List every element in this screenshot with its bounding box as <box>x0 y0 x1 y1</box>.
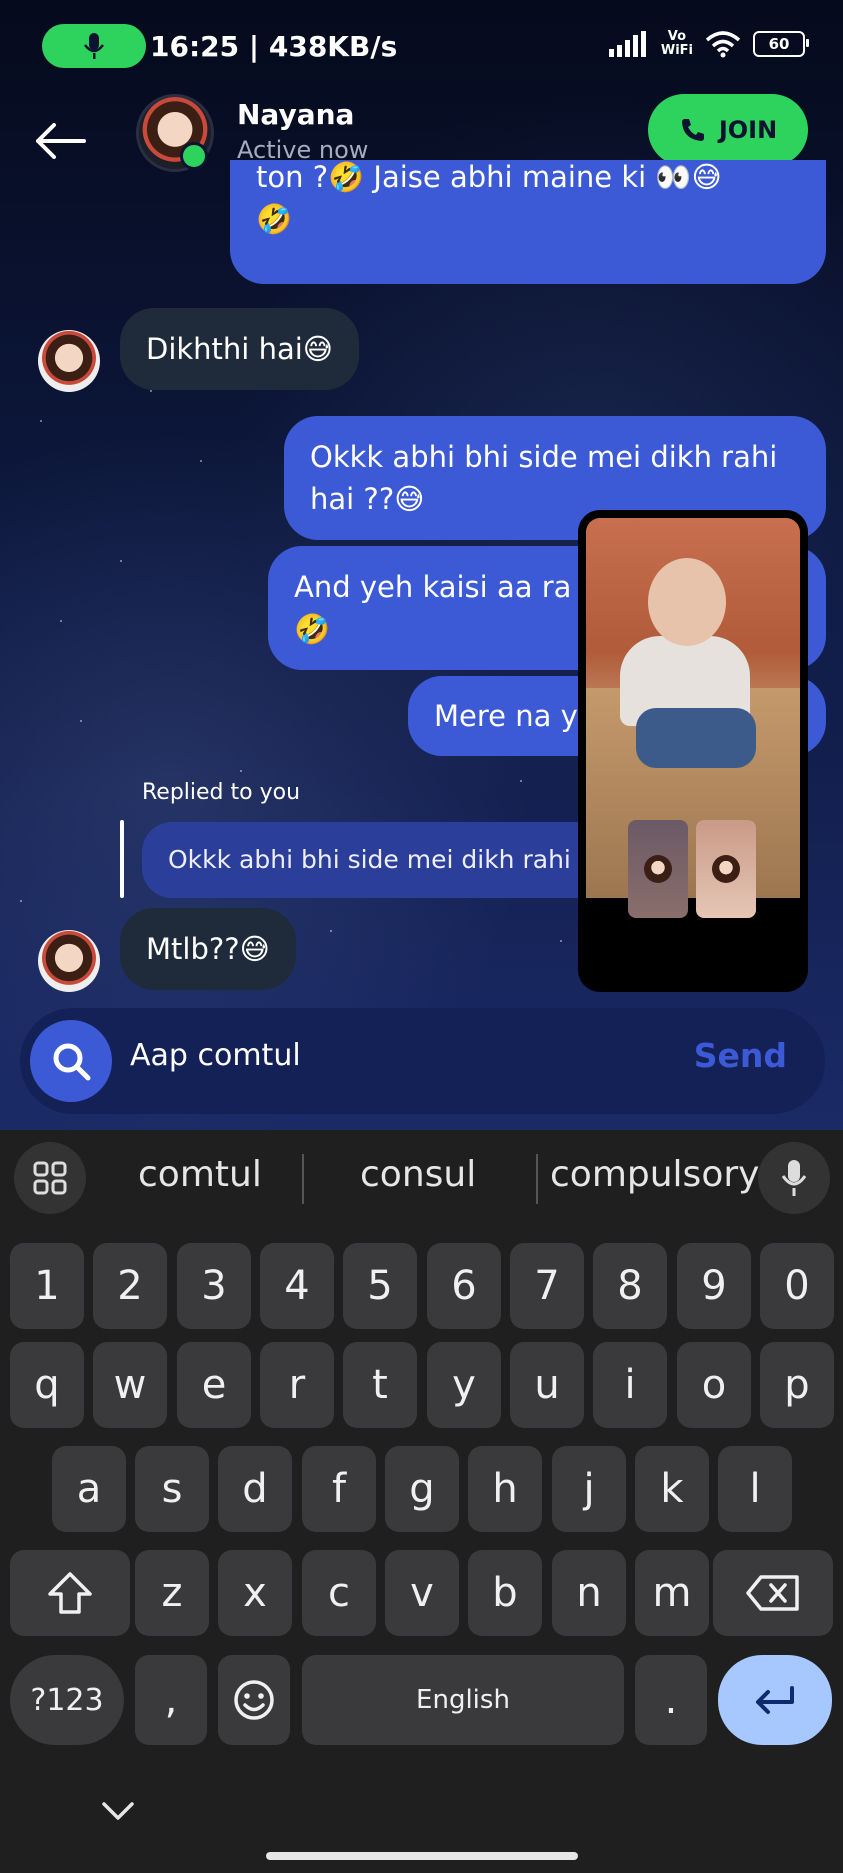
search-icon <box>53 1043 91 1081</box>
key-i[interactable]: i <box>593 1342 667 1428</box>
back-arrow-icon <box>36 123 86 159</box>
key-t[interactable]: t <box>343 1342 417 1428</box>
peer-avatar <box>38 330 100 392</box>
participant-tile[interactable] <box>696 820 756 918</box>
outgoing-message[interactable]: ton ?🤣 Jaise abhi maine ki 👀😅 🤣 <box>230 160 826 284</box>
phone-icon <box>681 119 704 141</box>
suggestion-item[interactable]: comtul <box>138 1154 262 1195</box>
key-f[interactable]: f <box>302 1446 376 1532</box>
key-4[interactable]: 4 <box>260 1243 334 1329</box>
key-7[interactable]: 7 <box>510 1243 584 1329</box>
reply-label: Replied to you <box>142 780 301 805</box>
video-figure-legs <box>636 708 756 768</box>
key-3[interactable]: 3 <box>177 1243 251 1329</box>
backspace-key[interactable] <box>713 1550 833 1636</box>
suggestion-item[interactable]: consul <box>360 1154 476 1195</box>
key-x[interactable]: x <box>218 1550 292 1636</box>
mic-icon <box>781 1160 807 1196</box>
key-1[interactable]: 1 <box>10 1243 84 1329</box>
mic-icon <box>84 33 104 59</box>
incoming-message[interactable]: Dikhthi hai😅 <box>120 308 360 390</box>
key-z[interactable]: z <box>135 1550 209 1636</box>
system-icons: Vo WiFi 60 <box>608 29 809 58</box>
key-d[interactable]: d <box>218 1446 292 1532</box>
emoji-icon <box>234 1680 274 1720</box>
key-0[interactable]: 0 <box>760 1243 834 1329</box>
key-m[interactable]: m <box>635 1550 709 1636</box>
mic-active-indicator[interactable] <box>42 24 146 68</box>
signal-icon <box>608 31 646 57</box>
participant-avatar <box>644 855 672 883</box>
key-2[interactable]: 2 <box>93 1243 167 1329</box>
key-w[interactable]: w <box>93 1342 167 1428</box>
key-e[interactable]: e <box>177 1342 251 1428</box>
keyboard-menu-button[interactable] <box>14 1142 86 1214</box>
key-5[interactable]: 5 <box>343 1243 417 1329</box>
join-label: JOIN <box>718 116 778 144</box>
battery-indicator: 60 <box>753 31 809 57</box>
enter-icon <box>756 1686 794 1714</box>
vowifi-indicator: Vo WiFi <box>660 29 693 58</box>
contact-name[interactable]: Nayana <box>237 98 354 131</box>
period-key[interactable]: . <box>635 1655 707 1745</box>
key-j[interactable]: j <box>552 1446 626 1532</box>
comma-key[interactable]: , <box>135 1655 207 1745</box>
message-composer: Aap comtul Send <box>20 1008 825 1114</box>
suggestion-divider <box>536 1154 538 1204</box>
key-v[interactable]: v <box>385 1550 459 1636</box>
peer-avatar <box>38 930 100 992</box>
chevron-down-icon <box>102 1802 134 1820</box>
key-r[interactable]: r <box>260 1342 334 1428</box>
hide-keyboard-button[interactable] <box>100 1798 136 1826</box>
video-figure-head <box>648 558 726 646</box>
enter-key[interactable] <box>718 1655 832 1745</box>
key-g[interactable]: g <box>385 1446 459 1532</box>
grid-icon <box>33 1161 67 1195</box>
key-b[interactable]: b <box>468 1550 542 1636</box>
key-s[interactable]: s <box>135 1446 209 1532</box>
key-u[interactable]: u <box>510 1342 584 1428</box>
suggestion-divider <box>302 1154 304 1204</box>
status-time-speed: 16:25 | 438KB/s <box>150 30 398 63</box>
reply-indicator-bar <box>120 820 124 898</box>
status-bar: 16:25 | 438KB/s Vo WiFi 60 <box>0 0 843 94</box>
emoji-key[interactable] <box>218 1655 290 1745</box>
key-9[interactable]: 9 <box>677 1243 751 1329</box>
wifi-icon <box>705 31 741 58</box>
key-h[interactable]: h <box>468 1446 542 1532</box>
message-input[interactable]: Aap comtul <box>130 1038 301 1073</box>
participant-tile[interactable] <box>628 820 688 918</box>
backspace-icon <box>746 1575 799 1611</box>
keyboard: comtul consul compulsory 1 2 3 4 5 6 7 8… <box>0 1130 843 1873</box>
key-a[interactable]: a <box>52 1446 126 1532</box>
key-y[interactable]: y <box>427 1342 501 1428</box>
key-o[interactable]: o <box>677 1342 751 1428</box>
remote-video-feed <box>586 518 800 898</box>
voice-input-button[interactable] <box>758 1142 830 1214</box>
key-q[interactable]: q <box>10 1342 84 1428</box>
incoming-message[interactable]: Mtlb??😅 <box>120 908 296 990</box>
symbols-key[interactable]: ?123 <box>10 1655 124 1745</box>
search-button[interactable] <box>30 1020 112 1102</box>
key-8[interactable]: 8 <box>593 1243 667 1329</box>
key-l[interactable]: l <box>718 1446 792 1532</box>
key-p[interactable]: p <box>760 1342 834 1428</box>
space-key[interactable]: English <box>302 1655 624 1745</box>
send-button[interactable]: Send <box>694 1036 787 1075</box>
online-status-dot <box>180 142 208 170</box>
home-indicator[interactable] <box>266 1852 578 1860</box>
suggestion-strip: comtul consul compulsory <box>0 1130 843 1230</box>
shift-icon <box>48 1572 92 1614</box>
key-k[interactable]: k <box>635 1446 709 1532</box>
shift-key[interactable] <box>10 1550 130 1636</box>
participant-avatar <box>712 855 740 883</box>
key-n[interactable]: n <box>552 1550 626 1636</box>
suggestion-item[interactable]: compulsory <box>550 1154 759 1195</box>
back-button[interactable] <box>30 114 90 168</box>
key-6[interactable]: 6 <box>427 1243 501 1329</box>
key-c[interactable]: c <box>302 1550 376 1636</box>
video-call-pip[interactable] <box>578 510 808 992</box>
